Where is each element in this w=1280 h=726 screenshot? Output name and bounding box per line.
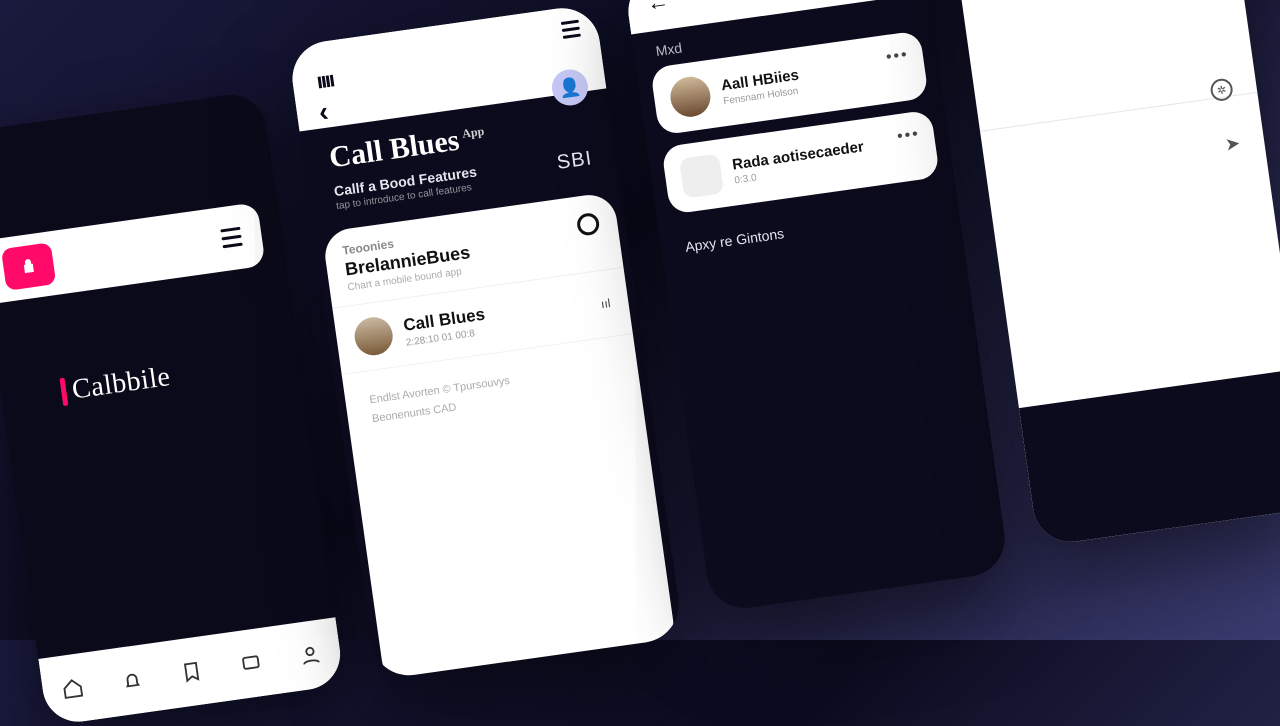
avatar [679, 153, 724, 198]
nav-profile-icon[interactable] [298, 643, 323, 668]
back-icon[interactable]: ‹ [317, 96, 331, 129]
back-icon[interactable]: ← [645, 0, 670, 17]
bottom-nav [38, 617, 345, 726]
avatar [668, 74, 713, 119]
phone-leftmost: Calbbile [0, 90, 345, 726]
nav-bell-icon[interactable] [120, 668, 145, 693]
more-menu-icon[interactable]: ••• [896, 125, 921, 146]
header-badge: SBI [556, 147, 594, 175]
hamburger-icon[interactable] [220, 227, 242, 249]
more-menu-icon[interactable]: ••• [885, 46, 910, 67]
content-scroll[interactable]: Teoonies BrelannieBues Chart a mobile bo… [322, 192, 677, 681]
search-strip [0, 202, 266, 310]
bottom-panel [1019, 369, 1280, 547]
menu-icon[interactable] [561, 20, 581, 39]
nav-bookmark-icon[interactable] [179, 659, 204, 684]
phone-rightmost: ✲ ➤ [949, 0, 1280, 547]
brand-wordmark: Calbbile [59, 361, 172, 408]
avatar [352, 315, 395, 358]
send-icon[interactable]: ➤ [1224, 133, 1242, 156]
phone-contacts: ← ııl ◀ Mxd Aall HBiies Fensnam Holson •… [623, 0, 1009, 613]
nav-home-icon[interactable] [60, 676, 85, 701]
page-title-sup: App [461, 124, 485, 141]
app-badge-button[interactable] [1, 242, 56, 291]
phone-center: ıııı ‹ 👤 Call BluesApp Callf a Bood Feat… [287, 3, 683, 680]
nav-chat-icon[interactable] [239, 651, 264, 676]
page-title-text: Call Blues [327, 124, 461, 175]
signal-strength-icon: ıııı [315, 67, 335, 95]
signal-mini-icon: ııl [600, 296, 611, 311]
